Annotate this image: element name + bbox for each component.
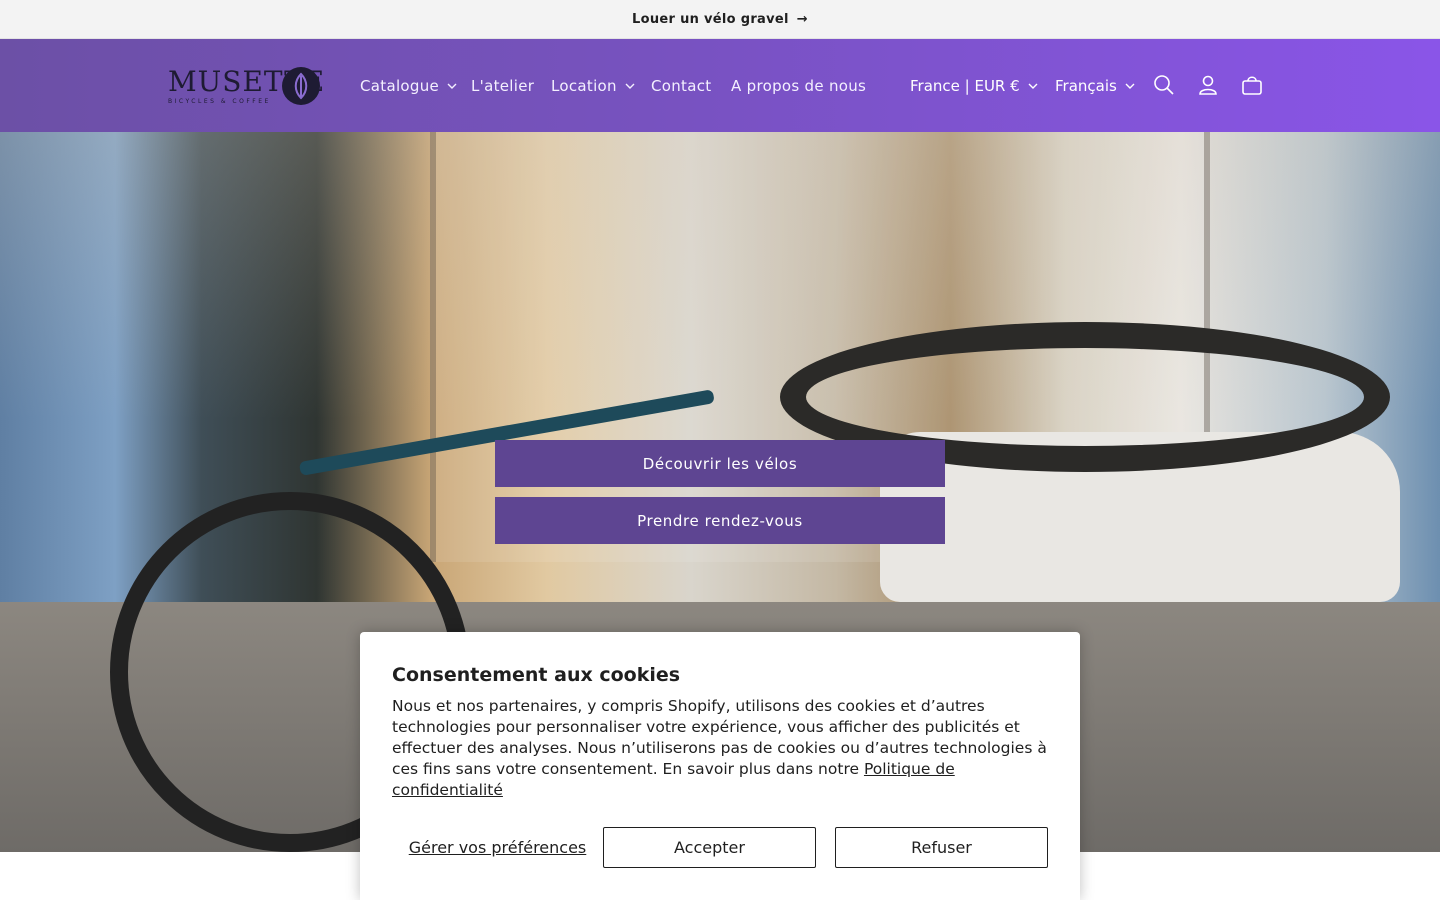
search-icon <box>1154 75 1174 95</box>
cart-button[interactable] <box>1237 70 1267 100</box>
announcement-text: Louer un vélo gravel <box>632 11 789 27</box>
discover-bikes-button[interactable]: Découvrir les vélos <box>495 440 945 487</box>
nav-catalogue-label: Catalogue <box>360 76 440 95</box>
cookie-title: Consentement aux cookies <box>392 664 681 686</box>
nav-atelier[interactable]: L'atelier <box>471 39 534 132</box>
language-selector[interactable]: Français <box>1055 39 1135 132</box>
nav-atelier-label: L'atelier <box>471 76 535 95</box>
chevron-down-icon <box>1028 83 1038 89</box>
book-appointment-button[interactable]: Prendre rendez-vous <box>495 497 945 544</box>
account-button[interactable] <box>1193 70 1223 100</box>
nav-location[interactable]: Location <box>551 39 635 132</box>
cookie-consent-banner: Consentement aux cookies Nous et nos par… <box>360 632 1080 900</box>
chevron-down-icon <box>447 83 457 89</box>
chevron-down-icon <box>625 83 635 89</box>
brand-logo[interactable]: MUSETTE BICYCLES & COFFEE <box>168 63 324 109</box>
nav-about[interactable]: A propos de nous <box>731 39 866 132</box>
cart-icon <box>1242 76 1262 95</box>
nav-contact[interactable]: Contact <box>651 39 711 132</box>
nav-about-label: A propos de nous <box>731 76 867 95</box>
language-label: Français <box>1055 76 1117 95</box>
nav-location-label: Location <box>551 76 617 95</box>
leaf-emblem-icon <box>282 67 320 105</box>
cookie-body: Nous et nos partenaires, y compris Shopi… <box>392 696 1048 801</box>
country-currency-selector[interactable]: France | EUR € <box>910 39 1038 132</box>
manage-preferences-button[interactable]: Gérer vos préférences <box>392 827 603 868</box>
nav-contact-label: Contact <box>651 76 712 95</box>
decline-cookies-button[interactable]: Refuser <box>835 827 1048 868</box>
site-header: MUSETTE BICYCLES & COFFEE Catalogue L'at… <box>0 39 1440 132</box>
account-icon <box>1199 75 1217 95</box>
country-currency-label: France | EUR € <box>910 76 1020 95</box>
nav-catalogue[interactable]: Catalogue <box>360 39 457 132</box>
announcement-bar: Louer un vélo gravel → <box>0 0 1440 39</box>
chevron-down-icon <box>1125 83 1135 89</box>
accept-cookies-button[interactable]: Accepter <box>603 827 816 868</box>
announcement-link[interactable]: Louer un vélo gravel → <box>632 12 808 27</box>
arrow-right-icon: → <box>796 11 808 27</box>
cookie-actions: Gérer vos préférences Accepter Refuser <box>392 827 1048 868</box>
search-button[interactable] <box>1149 70 1179 100</box>
